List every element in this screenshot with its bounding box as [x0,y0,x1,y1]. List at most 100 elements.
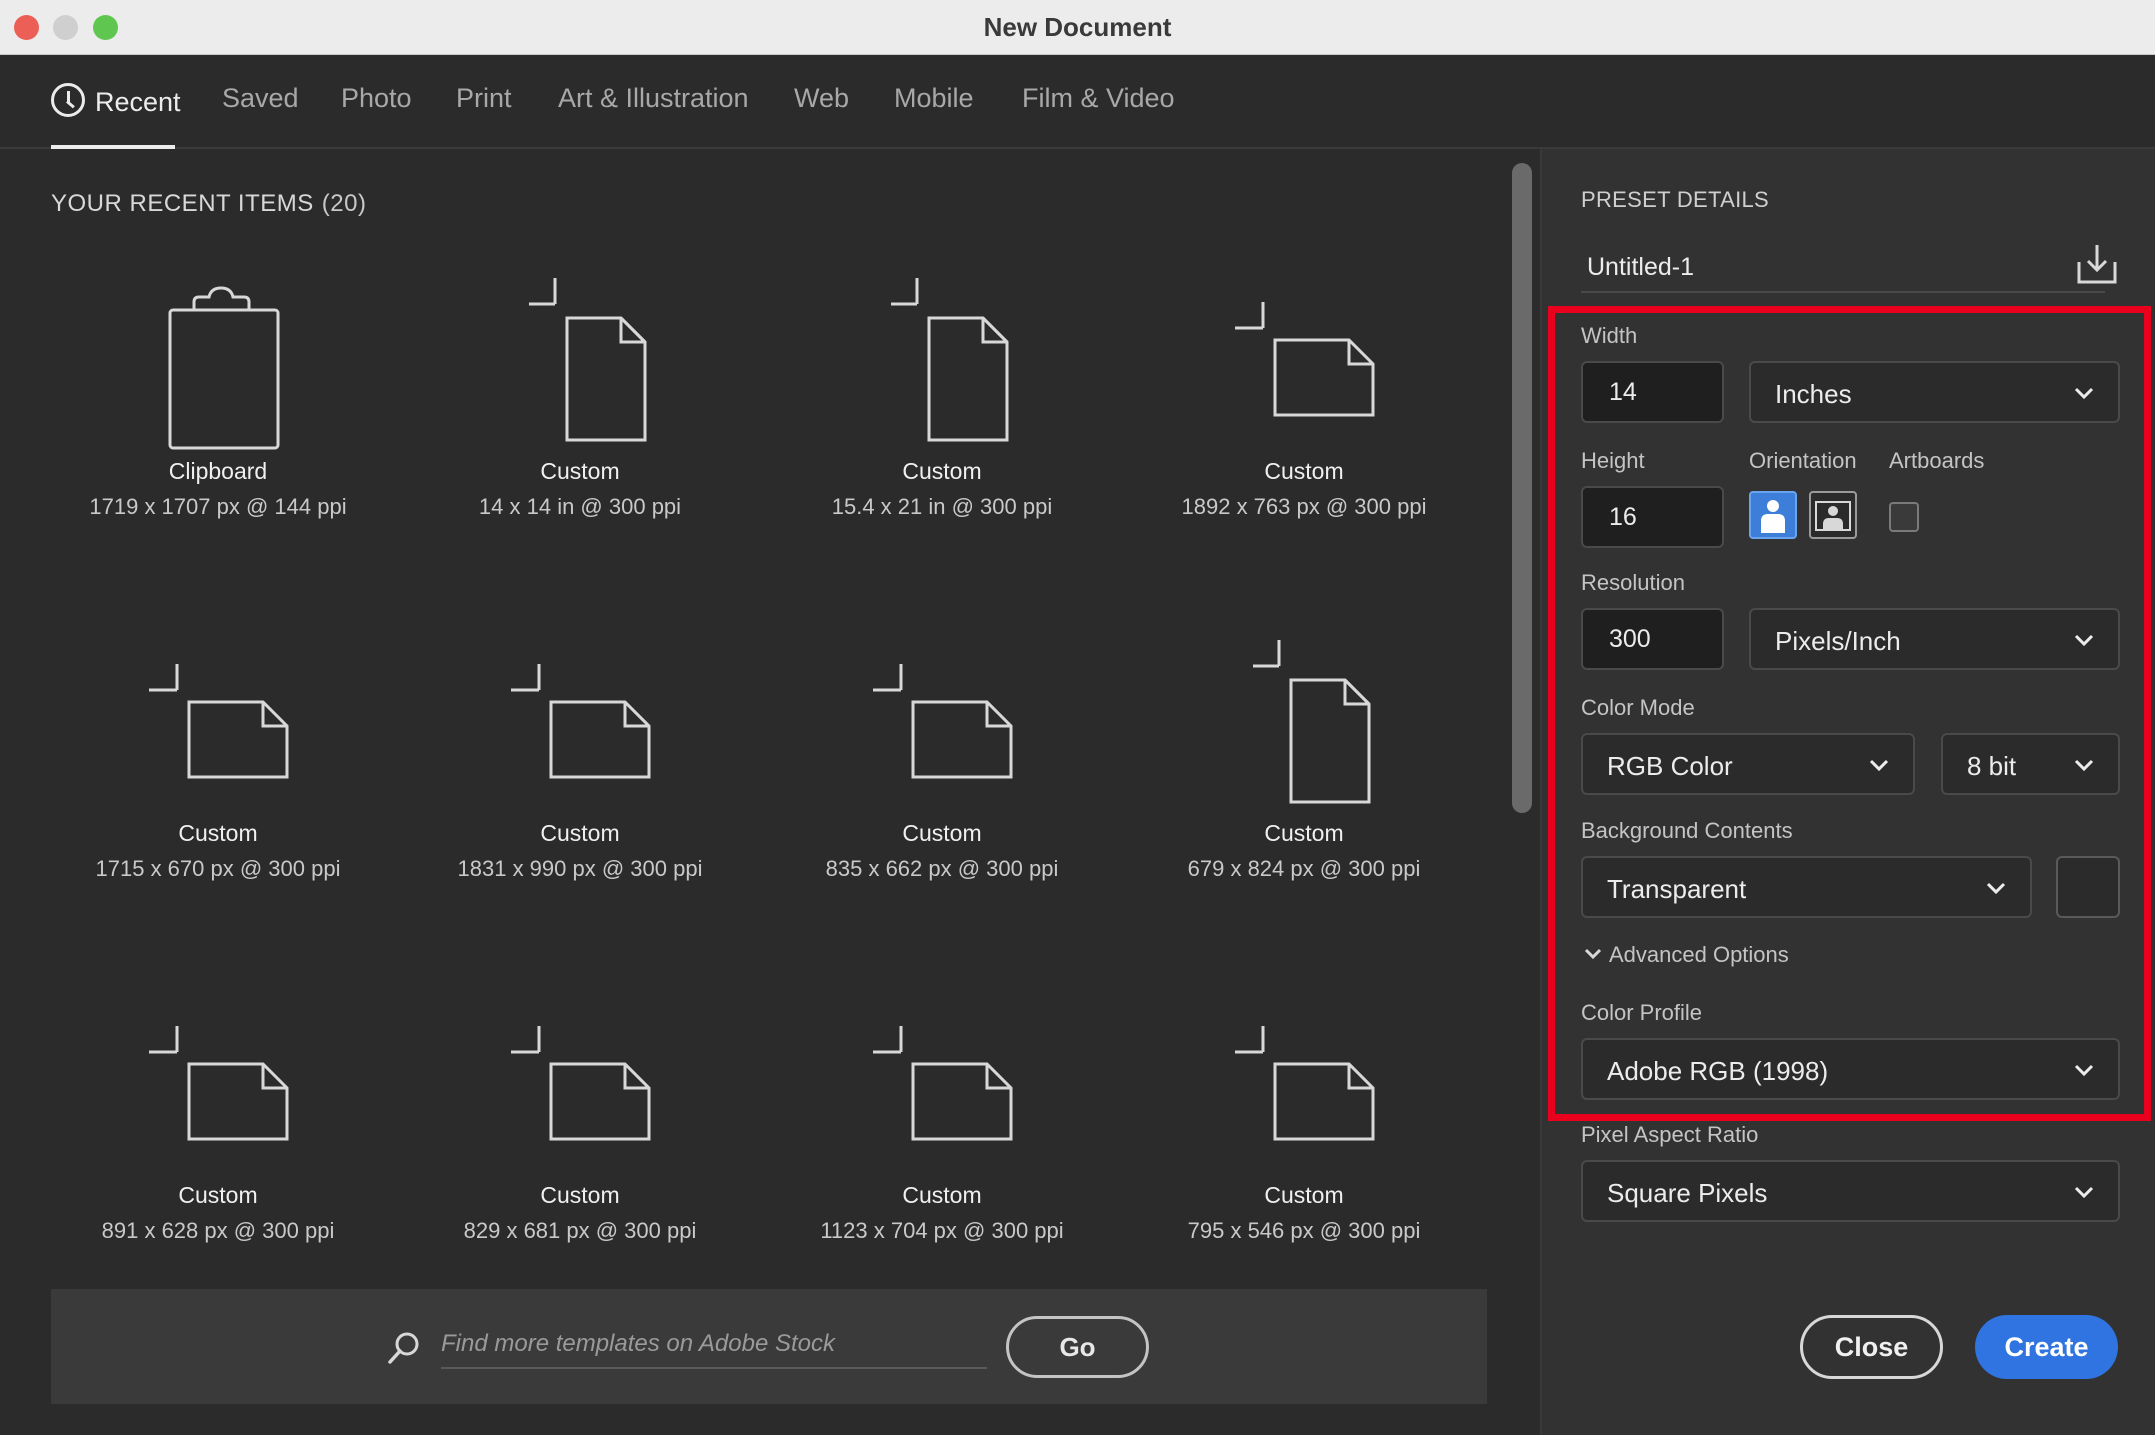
pixel-aspect-ratio-label: Pixel Aspect Ratio [1581,1122,1759,1147]
recent-item[interactable]: Custom 1123 x 704 px @ 300 ppi [761,994,1123,1294]
stock-go-button[interactable]: Go [1006,1316,1149,1378]
resolution-unit-value: Pixels/Inch [1775,626,1901,656]
close-button[interactable]: Close [1800,1315,1943,1379]
recent-item[interactable]: Custom 1892 x 763 px @ 300 ppi [1123,270,1485,570]
width-unit-select[interactable]: Inches [1749,361,2120,423]
recent-item-name: Custom [540,820,620,846]
chevron-down-icon [1986,882,2006,895]
color-profile-value: Adobe RGB (1998) [1607,1056,1829,1086]
chevron-down-icon [1584,948,1602,960]
title-bar: New Document [0,0,2155,55]
recent-item-name: Custom [902,1182,982,1208]
tab-saved[interactable]: Saved [222,83,299,114]
recent-item-dimensions: 1123 x 704 px @ 300 ppi [820,1218,1064,1243]
recent-item-name: Custom [1264,458,1344,484]
window-title: New Document [983,12,1172,42]
recent-item-dimensions: 1715 x 670 px @ 300 ppi [95,856,341,881]
resolution-unit-select[interactable]: Pixels/Inch [1749,608,2120,670]
tab-print[interactable]: Print [456,83,512,114]
width-field[interactable] [1581,361,1724,423]
color-mode-value: RGB Color [1607,751,1733,781]
orientation-landscape-button[interactable] [1809,491,1857,539]
color-profile-label: Color Profile [1581,1000,1703,1025]
pixel-aspect-ratio-select[interactable]: Square Pixels [1581,1160,2120,1222]
background-contents-label: Background Contents [1581,818,1793,843]
stock-search-bar: Go [51,1289,1487,1404]
preset-details-title: PRESET DETAILS [1581,187,1769,212]
recent-item-name: Custom [540,458,620,484]
document-portrait-icon [891,278,1009,442]
create-button[interactable]: Create [1975,1315,2118,1379]
tab-label: Recent [95,87,181,117]
recent-item-dimensions: 795 x 546 px @ 300 ppi [1187,1218,1421,1243]
tab-web[interactable]: Web [794,83,849,114]
tab-recent[interactable]: Recent [51,83,181,118]
recent-item-name: Custom [902,820,982,846]
tab-mobile[interactable]: Mobile [894,83,974,114]
recent-item[interactable]: Custom 795 x 546 px @ 300 ppi [1123,994,1485,1294]
recent-item-name: Clipboard [168,458,268,484]
recent-item[interactable]: Custom 829 x 681 px @ 300 ppi [399,994,761,1294]
document-landscape-icon [149,664,289,779]
recent-item[interactable]: Custom 1715 x 670 px @ 300 ppi [37,632,399,932]
advanced-options-toggle[interactable]: Advanced Options [1583,942,1789,968]
tab-photo[interactable]: Photo [341,83,412,114]
search-icon [388,1332,419,1364]
color-profile-select[interactable]: Adobe RGB (1998) [1581,1038,2120,1100]
orientation-portrait-button[interactable] [1749,491,1797,539]
recent-items-title: YOUR RECENT ITEMS [51,190,314,217]
document-portrait-icon [529,278,647,442]
recent-item-name: Custom [178,1182,258,1208]
resolution-label: Resolution [1581,570,1685,595]
width-unit-value: Inches [1775,379,1852,409]
recent-item-dimensions: 15.4 x 21 in @ 300 ppi [831,494,1053,519]
save-preset-icon[interactable] [2075,242,2119,286]
recent-item[interactable]: Custom 14 x 14 in @ 300 ppi [399,270,761,570]
recent-item[interactable]: Custom 891 x 628 px @ 300 ppi [37,994,399,1294]
recent-item-dimensions: 1831 x 990 px @ 300 ppi [457,856,703,881]
recent-item-dimensions: 14 x 14 in @ 300 ppi [478,494,682,519]
document-name-field[interactable] [1581,243,2105,293]
bit-depth-value: 8 bit [1967,751,2017,781]
document-landscape-icon [511,664,651,779]
recent-item[interactable]: Custom 1831 x 990 px @ 300 ppi [399,632,761,932]
recent-item[interactable]: Clipboard 1719 x 1707 px @ 144 ppi [37,270,399,570]
color-mode-select[interactable]: RGB Color [1581,733,1915,795]
advanced-options-label: Advanced Options [1609,942,1789,967]
document-landscape-icon [1235,1026,1375,1141]
clipboard-icon [168,286,280,450]
height-field[interactable] [1581,486,1724,548]
background-contents-select[interactable]: Transparent [1581,856,2032,918]
landscape-person-icon [1815,501,1851,531]
stock-search-input[interactable] [441,1321,987,1369]
recent-item-dimensions: 1719 x 1707 px @ 144 ppi [89,494,347,519]
background-color-swatch[interactable] [2056,856,2120,918]
document-landscape-icon [1235,302,1375,417]
chevron-down-icon [2074,759,2094,772]
chevron-down-icon [2074,1064,2094,1077]
portrait-person-icon [1761,500,1785,533]
artboards-checkbox[interactable] [1889,502,1919,532]
recent-item-dimensions: 891 x 628 px @ 300 ppi [101,1218,335,1243]
height-label: Height [1581,448,1645,473]
recent-item-name: Custom [1264,1182,1344,1208]
recent-item-dimensions: 679 x 824 px @ 300 ppi [1187,856,1421,881]
recent-item-name: Custom [178,820,258,846]
resolution-field[interactable] [1581,608,1724,670]
recent-items-scrollbar[interactable] [1512,163,1532,813]
recent-item-name: Custom [902,458,982,484]
chevron-down-icon [2074,634,2094,647]
recent-item[interactable]: Custom 679 x 824 px @ 300 ppi [1123,632,1485,932]
tab-film-video[interactable]: Film & Video [1022,83,1175,114]
recent-item[interactable]: Custom 15.4 x 21 in @ 300 ppi [761,270,1123,570]
recent-items-count: (20) [321,190,367,217]
tab-art-illustration[interactable]: Art & Illustration [558,83,749,114]
recent-item-dimensions: 1892 x 763 px @ 300 ppi [1181,494,1427,519]
chevron-down-icon [1869,759,1889,772]
bit-depth-select[interactable]: 8 bit [1941,733,2120,795]
pixel-aspect-ratio-value: Square Pixels [1607,1178,1768,1208]
recent-item[interactable]: Custom 835 x 662 px @ 300 ppi [761,632,1123,932]
active-tab-indicator [51,145,175,149]
chevron-down-icon [2074,1186,2094,1199]
document-portrait-icon [1253,640,1371,804]
